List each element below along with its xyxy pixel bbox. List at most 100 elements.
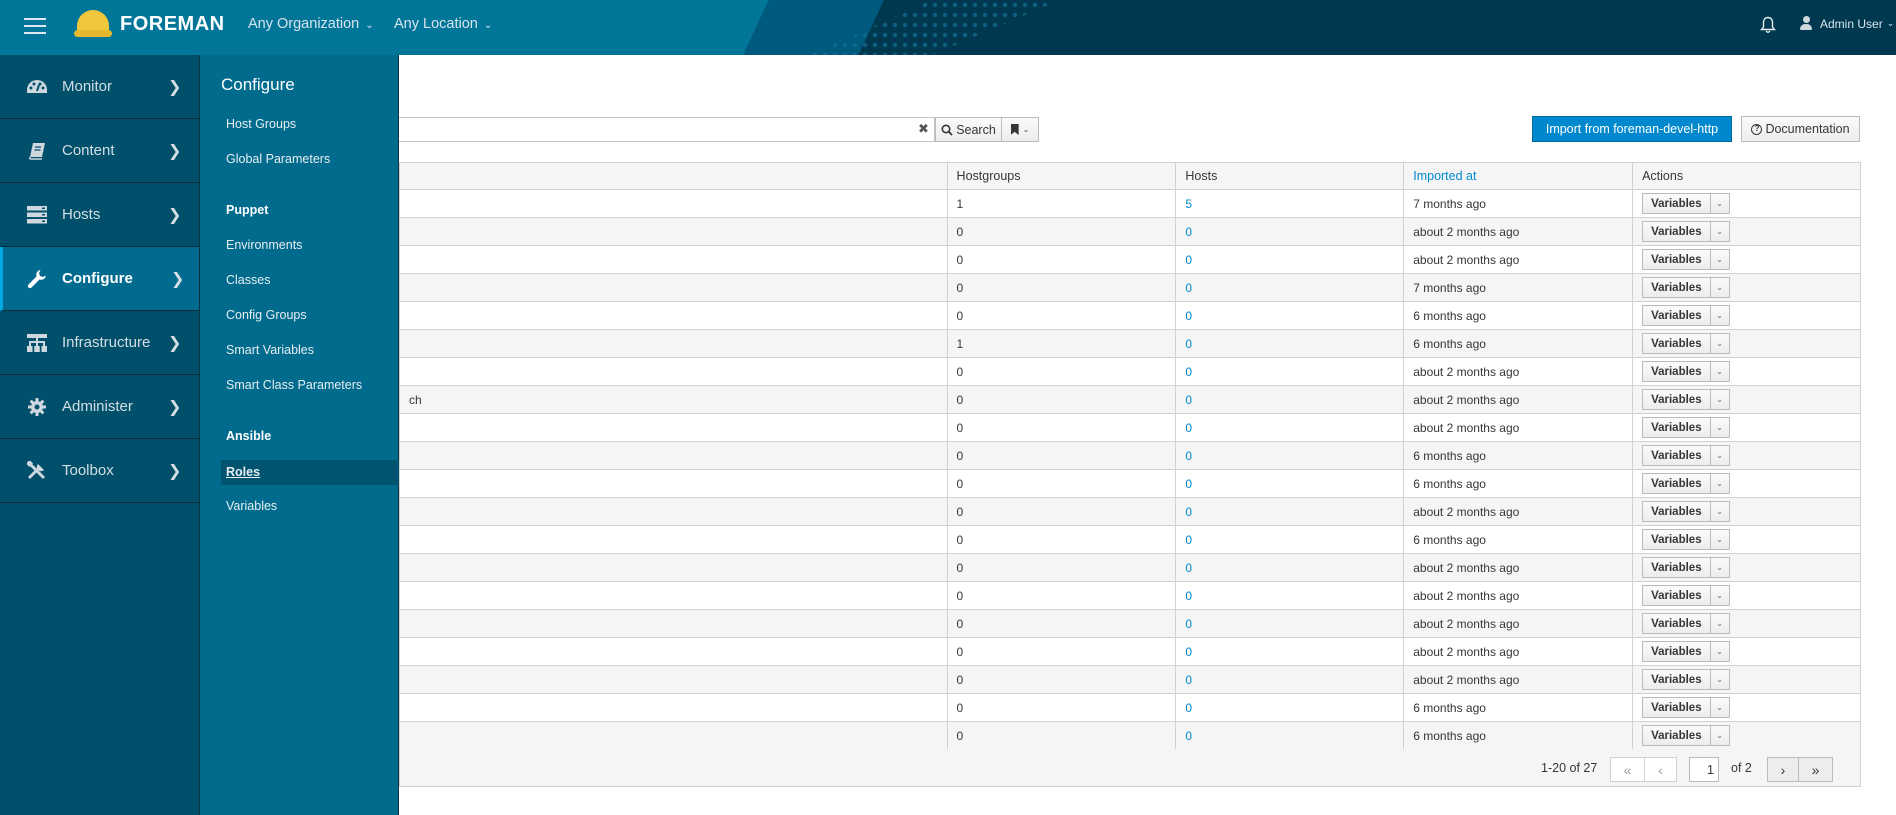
variables-button[interactable]: Variables: [1643, 222, 1711, 241]
clear-search-icon[interactable]: ✖: [918, 121, 929, 137]
variables-button[interactable]: Variables: [1643, 418, 1711, 437]
variables-button[interactable]: Variables: [1643, 390, 1711, 409]
role-name[interactable]: [399, 637, 948, 666]
hamburger-menu-icon[interactable]: [24, 18, 46, 35]
chevron-down-icon[interactable]: ⌄: [1711, 362, 1729, 381]
first-page-button[interactable]: «: [1610, 757, 1645, 782]
variables-button-group[interactable]: Variables ⌄: [1642, 641, 1730, 662]
variables-button[interactable]: Variables: [1643, 642, 1711, 661]
nav-item-toolbox[interactable]: Toolbox ❯: [0, 439, 199, 503]
variables-button[interactable]: Variables: [1643, 334, 1711, 353]
hosts-count-link[interactable]: 0: [1175, 609, 1405, 638]
variables-button-group[interactable]: Variables ⌄: [1642, 557, 1730, 578]
subnav-item-smart-class-parameters[interactable]: Smart Class Parameters: [226, 378, 362, 392]
nav-item-administer[interactable]: Administer ❯: [0, 375, 199, 439]
subnav-item-environments[interactable]: Environments: [226, 238, 302, 252]
chevron-down-icon[interactable]: ⌄: [1711, 586, 1729, 605]
subnav-item-config-groups[interactable]: Config Groups: [226, 308, 307, 322]
subnav-item-global-parameters[interactable]: Global Parameters: [226, 152, 330, 166]
location-dropdown[interactable]: Any Location ⌄: [394, 16, 492, 32]
hosts-count-link[interactable]: 0: [1175, 441, 1405, 470]
variables-button[interactable]: Variables: [1643, 250, 1711, 269]
subnav-item-host-groups[interactable]: Host Groups: [226, 117, 296, 131]
variables-button-group[interactable]: Variables ⌄: [1642, 697, 1730, 718]
hosts-count-link[interactable]: 0: [1175, 525, 1405, 554]
hosts-count-link[interactable]: 0: [1175, 637, 1405, 666]
chevron-down-icon[interactable]: ⌄: [1711, 726, 1729, 745]
hosts-count-link[interactable]: 0: [1175, 413, 1405, 442]
chevron-down-icon[interactable]: ⌄: [1711, 306, 1729, 325]
subnav-item-roles[interactable]: Roles: [221, 460, 399, 485]
chevron-down-icon[interactable]: ⌄: [1711, 334, 1729, 353]
role-name[interactable]: [399, 469, 948, 498]
variables-button[interactable]: Variables: [1643, 502, 1711, 521]
chevron-down-icon[interactable]: ⌄: [1711, 446, 1729, 465]
last-page-button[interactable]: »: [1798, 757, 1833, 782]
previous-page-button[interactable]: ‹: [1644, 757, 1677, 782]
variables-button-group[interactable]: Variables ⌄: [1642, 193, 1730, 214]
variables-button[interactable]: Variables: [1643, 670, 1711, 689]
hosts-count-link[interactable]: 0: [1175, 329, 1405, 358]
variables-button[interactable]: Variables: [1643, 446, 1711, 465]
variables-button-group[interactable]: Variables ⌄: [1642, 389, 1730, 410]
hosts-count-link[interactable]: 0: [1175, 301, 1405, 330]
variables-button-group[interactable]: Variables ⌄: [1642, 445, 1730, 466]
notification-bell-icon[interactable]: [1760, 16, 1776, 34]
nav-item-configure[interactable]: Configure ❯: [0, 247, 199, 311]
variables-button-group[interactable]: Variables ⌄: [1642, 277, 1730, 298]
variables-button[interactable]: Variables: [1643, 278, 1711, 297]
role-name[interactable]: [399, 497, 948, 526]
nav-item-hosts[interactable]: Hosts ❯: [0, 183, 199, 247]
variables-button[interactable]: Variables: [1643, 698, 1711, 717]
search-input[interactable]: [399, 117, 935, 142]
role-name[interactable]: [399, 609, 948, 638]
role-name[interactable]: [399, 581, 948, 610]
role-name[interactable]: [399, 189, 948, 218]
role-name[interactable]: [399, 413, 948, 442]
subnav-item-variables[interactable]: Variables: [226, 499, 277, 513]
role-name[interactable]: [399, 721, 948, 750]
variables-button-group[interactable]: Variables ⌄: [1642, 305, 1730, 326]
next-page-button[interactable]: ›: [1767, 757, 1799, 782]
role-name[interactable]: [399, 245, 948, 274]
bookmarks-dropdown[interactable]: ⌄: [1001, 117, 1039, 142]
role-name[interactable]: [399, 693, 948, 722]
chevron-down-icon[interactable]: ⌄: [1711, 222, 1729, 241]
nav-item-monitor[interactable]: Monitor ❯: [0, 55, 199, 119]
chevron-down-icon[interactable]: ⌄: [1711, 614, 1729, 633]
chevron-down-icon[interactable]: ⌄: [1711, 670, 1729, 689]
hosts-count-link[interactable]: 5: [1175, 189, 1405, 218]
variables-button-group[interactable]: Variables ⌄: [1642, 585, 1730, 606]
chevron-down-icon[interactable]: ⌄: [1711, 502, 1729, 521]
hosts-count-link[interactable]: 0: [1175, 693, 1405, 722]
hosts-count-link[interactable]: 0: [1175, 245, 1405, 274]
role-name[interactable]: [399, 217, 948, 246]
nav-item-content[interactable]: Content ❯: [0, 119, 199, 183]
variables-button[interactable]: Variables: [1643, 614, 1711, 633]
variables-button-group[interactable]: Variables ⌄: [1642, 501, 1730, 522]
nav-item-infrastructure[interactable]: Infrastructure ❯: [0, 311, 199, 375]
hosts-count-link[interactable]: 0: [1175, 581, 1405, 610]
role-name[interactable]: [399, 329, 948, 358]
subnav-item-classes[interactable]: Classes: [226, 273, 270, 287]
role-name[interactable]: [399, 553, 948, 582]
column-header-imported-at[interactable]: Imported at: [1403, 162, 1634, 190]
variables-button-group[interactable]: Variables ⌄: [1642, 725, 1730, 746]
hosts-count-link[interactable]: 0: [1175, 385, 1405, 414]
chevron-down-icon[interactable]: ⌄: [1711, 642, 1729, 661]
role-name[interactable]: ch: [399, 385, 948, 414]
variables-button-group[interactable]: Variables ⌄: [1642, 249, 1730, 270]
column-header-name[interactable]: [399, 162, 948, 190]
chevron-down-icon[interactable]: ⌄: [1711, 698, 1729, 717]
variables-button-group[interactable]: Variables ⌄: [1642, 529, 1730, 550]
hosts-count-link[interactable]: 0: [1175, 497, 1405, 526]
hosts-count-link[interactable]: 0: [1175, 553, 1405, 582]
import-button[interactable]: Import from foreman-devel-http: [1532, 116, 1732, 142]
chevron-down-icon[interactable]: ⌄: [1711, 474, 1729, 493]
chevron-down-icon[interactable]: ⌄: [1711, 250, 1729, 269]
variables-button-group[interactable]: Variables ⌄: [1642, 669, 1730, 690]
variables-button[interactable]: Variables: [1643, 726, 1711, 745]
chevron-down-icon[interactable]: ⌄: [1711, 530, 1729, 549]
role-name[interactable]: [399, 301, 948, 330]
variables-button-group[interactable]: Variables ⌄: [1642, 473, 1730, 494]
